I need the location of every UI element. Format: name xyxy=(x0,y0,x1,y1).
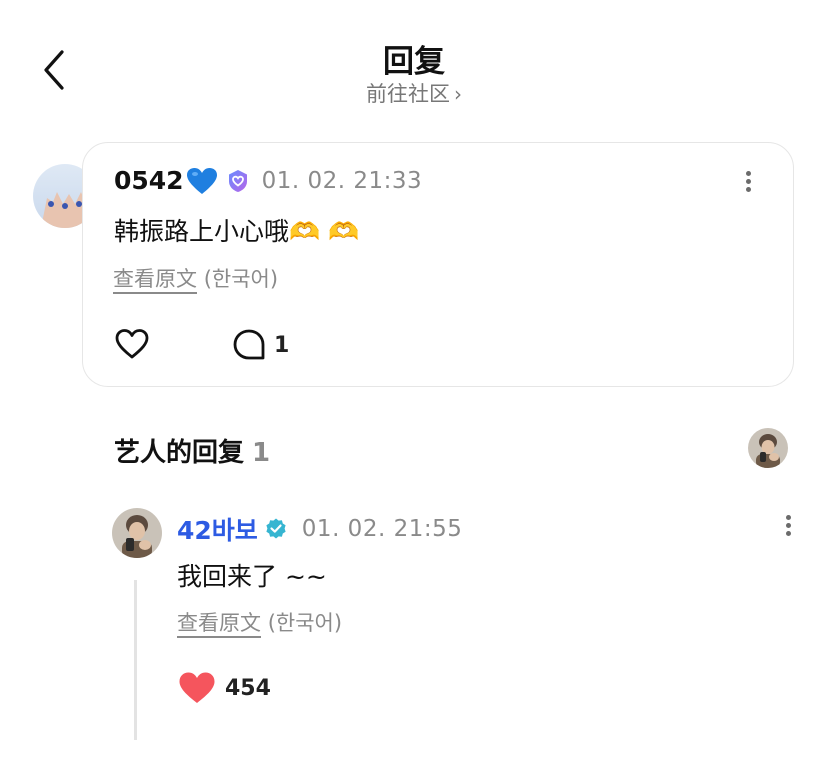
comment-icon xyxy=(233,329,265,360)
comment-time: 01. 02. 21:33 xyxy=(261,167,423,194)
more-icon xyxy=(785,515,791,520)
artist-reply-count: 1 xyxy=(252,438,271,468)
artist-reply-title: 艺人的回复 xyxy=(114,438,245,468)
artist-reply-header: 艺人的回复 1 xyxy=(114,432,270,469)
reply-text: 我回来了 ~~ xyxy=(177,562,327,591)
comment-more-button[interactable] xyxy=(738,168,758,200)
reply-like-button[interactable]: 454 xyxy=(178,671,271,705)
heart-outline-icon xyxy=(115,329,149,359)
view-original-link[interactable]: 查看原文 xyxy=(113,267,197,291)
like-count: 454 xyxy=(225,675,271,701)
comment-translate: 查看原文 (한국어) xyxy=(113,263,278,293)
original-language: (한국어) xyxy=(267,611,343,635)
comment-text: 韩振路上小心哦🫶 🫶 xyxy=(114,217,360,246)
comment-username[interactable]: 0542 xyxy=(114,166,184,195)
reply-avatar[interactable] xyxy=(112,508,162,558)
reply-button[interactable]: 1 xyxy=(232,328,289,362)
original-language: (한국어) xyxy=(203,267,279,291)
artist-avatar-thumb[interactable] xyxy=(748,428,788,468)
page-title: 回复 xyxy=(383,44,445,80)
verified-badge-icon xyxy=(266,518,286,539)
reply-count: 1 xyxy=(274,332,290,358)
like-button[interactable] xyxy=(114,328,150,360)
reply-translate: 查看原文 (한국어) xyxy=(177,607,342,637)
reply-more-button[interactable] xyxy=(778,512,798,544)
chevron-right-icon: › xyxy=(454,82,462,106)
verified-badge-icon xyxy=(228,169,247,192)
view-original-link[interactable]: 查看原文 xyxy=(177,611,261,635)
community-link[interactable]: 前往社区 › xyxy=(0,78,828,108)
thread-line xyxy=(134,580,137,740)
community-link-label: 前往社区 xyxy=(366,82,450,106)
blue-heart-emoji xyxy=(186,167,217,194)
reply-username[interactable]: 42바보 xyxy=(177,511,258,547)
heart-filled-icon xyxy=(179,672,215,703)
page-header: 回复 前往社区 › xyxy=(0,0,828,120)
more-icon xyxy=(745,171,751,176)
reply-time: 01. 02. 21:55 xyxy=(301,516,463,542)
comment-header: 0542 01. 02. 21:33 xyxy=(114,166,422,195)
reply-header: 42바보 01. 02. 21:55 xyxy=(177,511,462,547)
